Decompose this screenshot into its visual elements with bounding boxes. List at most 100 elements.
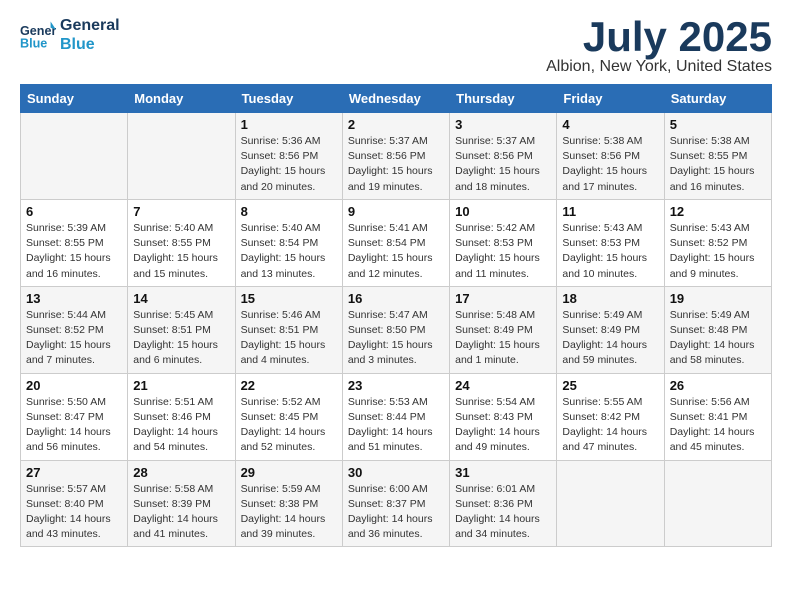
day-detail: Sunrise: 5:58 AMSunset: 8:39 PMDaylight:… — [133, 482, 229, 543]
calendar-cell: 4 Sunrise: 5:38 AMSunset: 8:56 PMDaylight… — [557, 113, 664, 200]
day-number: 24 — [455, 378, 551, 393]
day-detail: Sunrise: 5:45 AMSunset: 8:51 PMDaylight:… — [133, 308, 229, 369]
day-number: 23 — [348, 378, 444, 393]
day-number: 14 — [133, 291, 229, 306]
location-title: Albion, New York, United States — [546, 58, 772, 76]
day-detail: Sunrise: 5:42 AMSunset: 8:53 PMDaylight:… — [455, 221, 551, 282]
calendar-cell: 23 Sunrise: 5:53 AMSunset: 8:44 PMDayligh… — [342, 373, 449, 460]
calendar-cell: 12 Sunrise: 5:43 AMSunset: 8:52 PMDayligh… — [664, 199, 771, 286]
logo-icon: General Blue — [20, 17, 56, 53]
day-number: 17 — [455, 291, 551, 306]
day-number: 30 — [348, 465, 444, 480]
day-number: 12 — [670, 204, 766, 219]
calendar-cell: 13 Sunrise: 5:44 AMSunset: 8:52 PMDayligh… — [21, 286, 128, 373]
day-number: 11 — [562, 204, 658, 219]
day-number: 31 — [455, 465, 551, 480]
day-detail: Sunrise: 5:55 AMSunset: 8:42 PMDaylight:… — [562, 395, 658, 456]
weekday-monday: Monday — [128, 85, 235, 113]
calendar-cell: 18 Sunrise: 5:49 AMSunset: 8:49 PMDayligh… — [557, 286, 664, 373]
day-number: 3 — [455, 117, 551, 132]
weekday-saturday: Saturday — [664, 85, 771, 113]
day-number: 2 — [348, 117, 444, 132]
calendar-cell: 17 Sunrise: 5:48 AMSunset: 8:49 PMDayligh… — [450, 286, 557, 373]
day-number: 25 — [562, 378, 658, 393]
day-detail: Sunrise: 5:37 AMSunset: 8:56 PMDaylight:… — [455, 134, 551, 195]
day-detail: Sunrise: 5:38 AMSunset: 8:56 PMDaylight:… — [562, 134, 658, 195]
weekday-tuesday: Tuesday — [235, 85, 342, 113]
day-number: 13 — [26, 291, 122, 306]
calendar-week-2: 6Sunrise: 5:39 AMSunset: 8:55 PMDaylight… — [21, 199, 772, 286]
calendar-cell: 10 Sunrise: 5:42 AMSunset: 8:53 PMDayligh… — [450, 199, 557, 286]
calendar-cell — [21, 113, 128, 200]
calendar-cell: 28 Sunrise: 5:58 AMSunset: 8:39 PMDayligh… — [128, 460, 235, 547]
calendar-body: 1Sunrise: 5:36 AMSunset: 8:56 PMDaylight… — [21, 113, 772, 547]
day-detail: Sunrise: 5:43 AMSunset: 8:52 PMDaylight:… — [670, 221, 766, 282]
weekday-header-row: SundayMondayTuesdayWednesdayThursdayFrid… — [21, 85, 772, 113]
calendar-cell: 9 Sunrise: 5:41 AMSunset: 8:54 PMDaylight… — [342, 199, 449, 286]
calendar-week-4: 20Sunrise: 5:50 AMSunset: 8:47 PMDayligh… — [21, 373, 772, 460]
logo-general: General — [60, 16, 120, 35]
calendar-cell: 20Sunrise: 5:50 AMSunset: 8:47 PMDayligh… — [21, 373, 128, 460]
day-number: 4 — [562, 117, 658, 132]
day-number: 29 — [241, 465, 337, 480]
calendar-cell: 7 Sunrise: 5:40 AMSunset: 8:55 PMDaylight… — [128, 199, 235, 286]
calendar-week-3: 13 Sunrise: 5:44 AMSunset: 8:52 PMDayligh… — [21, 286, 772, 373]
day-detail: Sunrise: 5:44 AMSunset: 8:52 PMDaylight:… — [26, 308, 122, 369]
day-number: 16 — [348, 291, 444, 306]
day-detail: Sunrise: 5:38 AMSunset: 8:55 PMDaylight:… — [670, 134, 766, 195]
calendar-cell: 3 Sunrise: 5:37 AMSunset: 8:56 PMDaylight… — [450, 113, 557, 200]
calendar-cell: 16 Sunrise: 5:47 AMSunset: 8:50 PMDayligh… — [342, 286, 449, 373]
day-detail: Sunrise: 5:59 AMSunset: 8:38 PMDaylight:… — [241, 482, 337, 543]
calendar-cell: 21 Sunrise: 5:51 AMSunset: 8:46 PMDayligh… — [128, 373, 235, 460]
day-detail: Sunrise: 5:40 AMSunset: 8:55 PMDaylight:… — [133, 221, 229, 282]
day-detail: Sunrise: 5:54 AMSunset: 8:43 PMDaylight:… — [455, 395, 551, 456]
day-detail: Sunrise: 6:01 AMSunset: 8:36 PMDaylight:… — [455, 482, 551, 543]
calendar-cell — [557, 460, 664, 547]
calendar-week-1: 1Sunrise: 5:36 AMSunset: 8:56 PMDaylight… — [21, 113, 772, 200]
weekday-thursday: Thursday — [450, 85, 557, 113]
calendar-cell: 11 Sunrise: 5:43 AMSunset: 8:53 PMDayligh… — [557, 199, 664, 286]
weekday-friday: Friday — [557, 85, 664, 113]
day-detail: Sunrise: 5:56 AMSunset: 8:41 PMDaylight:… — [670, 395, 766, 456]
day-detail: Sunrise: 5:53 AMSunset: 8:44 PMDaylight:… — [348, 395, 444, 456]
month-title: July 2025 — [546, 16, 772, 58]
day-number: 7 — [133, 204, 229, 219]
day-detail: Sunrise: 5:49 AMSunset: 8:49 PMDaylight:… — [562, 308, 658, 369]
calendar-cell: 1Sunrise: 5:36 AMSunset: 8:56 PMDaylight… — [235, 113, 342, 200]
day-detail: Sunrise: 5:41 AMSunset: 8:54 PMDaylight:… — [348, 221, 444, 282]
calendar-cell: 31 Sunrise: 6:01 AMSunset: 8:36 PMDayligh… — [450, 460, 557, 547]
day-number: 22 — [241, 378, 337, 393]
calendar-cell: 27 Sunrise: 5:57 AMSunset: 8:40 PMDayligh… — [21, 460, 128, 547]
day-detail: Sunrise: 5:51 AMSunset: 8:46 PMDaylight:… — [133, 395, 229, 456]
day-number: 10 — [455, 204, 551, 219]
day-number: 19 — [670, 291, 766, 306]
logo-blue: Blue — [60, 35, 120, 54]
day-number: 20 — [26, 378, 122, 393]
day-number: 6 — [26, 204, 122, 219]
day-number: 9 — [348, 204, 444, 219]
calendar-table: SundayMondayTuesdayWednesdayThursdayFrid… — [20, 84, 772, 547]
day-detail: Sunrise: 5:48 AMSunset: 8:49 PMDaylight:… — [455, 308, 551, 369]
day-number: 27 — [26, 465, 122, 480]
day-number: 5 — [670, 117, 766, 132]
day-detail: Sunrise: 6:00 AMSunset: 8:37 PMDaylight:… — [348, 482, 444, 543]
day-detail: Sunrise: 5:57 AMSunset: 8:40 PMDaylight:… — [26, 482, 122, 543]
day-number: 1 — [241, 117, 337, 132]
day-detail: Sunrise: 5:40 AMSunset: 8:54 PMDaylight:… — [241, 221, 337, 282]
weekday-wednesday: Wednesday — [342, 85, 449, 113]
day-number: 21 — [133, 378, 229, 393]
calendar-cell: 15Sunrise: 5:46 AMSunset: 8:51 PMDayligh… — [235, 286, 342, 373]
calendar-cell — [128, 113, 235, 200]
logo: General Blue General Blue — [20, 16, 120, 54]
calendar-cell: 14 Sunrise: 5:45 AMSunset: 8:51 PMDayligh… — [128, 286, 235, 373]
day-number: 18 — [562, 291, 658, 306]
calendar-cell: 2Sunrise: 5:37 AMSunset: 8:56 PMDaylight… — [342, 113, 449, 200]
calendar-cell — [664, 460, 771, 547]
day-number: 28 — [133, 465, 229, 480]
calendar-week-5: 27 Sunrise: 5:57 AMSunset: 8:40 PMDayligh… — [21, 460, 772, 547]
calendar-cell: 5 Sunrise: 5:38 AMSunset: 8:55 PMDaylight… — [664, 113, 771, 200]
day-detail: Sunrise: 5:43 AMSunset: 8:53 PMDaylight:… — [562, 221, 658, 282]
calendar-cell: 19Sunrise: 5:49 AMSunset: 8:48 PMDayligh… — [664, 286, 771, 373]
calendar-cell: 8Sunrise: 5:40 AMSunset: 8:54 PMDaylight… — [235, 199, 342, 286]
day-detail: Sunrise: 5:47 AMSunset: 8:50 PMDaylight:… — [348, 308, 444, 369]
